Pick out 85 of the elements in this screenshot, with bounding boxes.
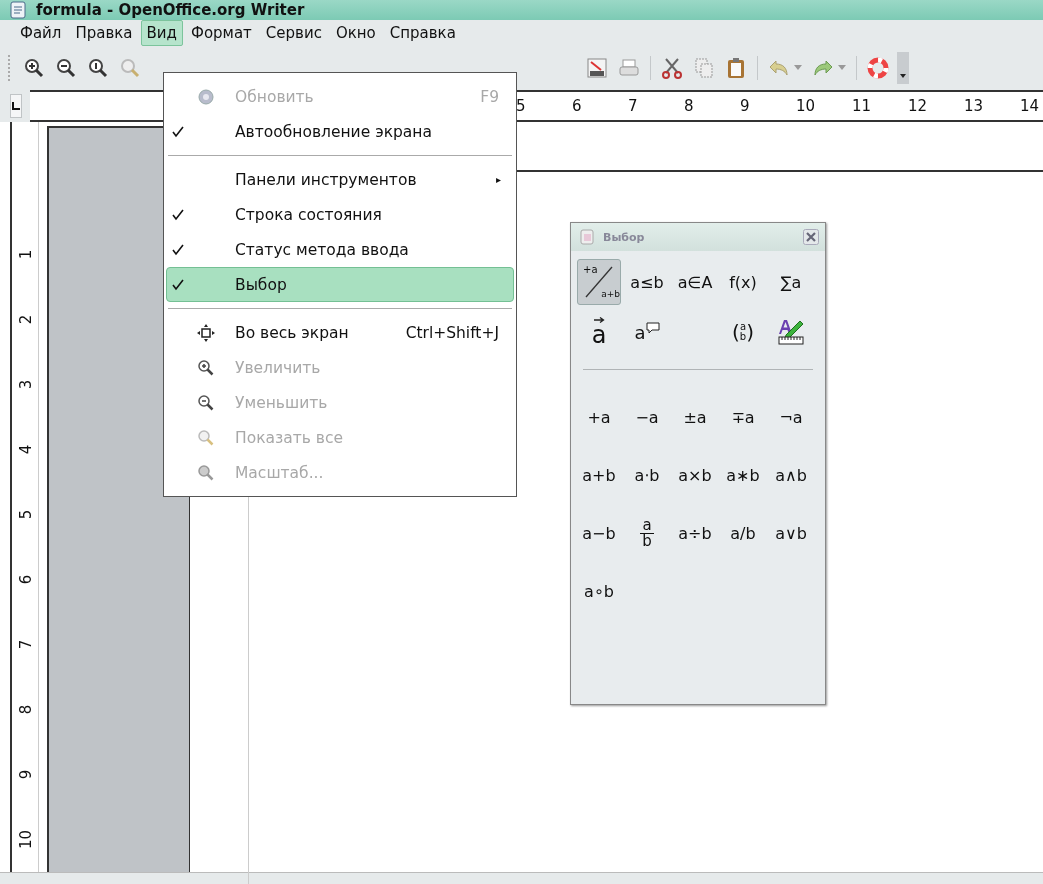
ruler-number: 3 — [15, 378, 35, 392]
pdf-icon[interactable] — [586, 57, 608, 80]
category-button[interactable]: +a a+b — [577, 259, 621, 305]
menu-item[interactable]: Автообновление экрана — [166, 114, 514, 149]
menu-item[interactable]: Справка — [383, 20, 462, 47]
zoom-in-icon — [197, 358, 215, 377]
zoom-in-icon[interactable] — [23, 57, 45, 80]
ruler-number: 7 — [628, 97, 639, 116]
zoom-out-icon — [197, 393, 215, 412]
caret-icon[interactable] — [794, 65, 802, 72]
zoom-out-icon[interactable] — [55, 57, 77, 80]
close-icon[interactable] — [803, 229, 819, 245]
ruler-number: 6 — [15, 573, 35, 587]
panel-title: Выбор — [603, 230, 646, 244]
panel-icon — [579, 229, 595, 245]
ruler-number: 4 — [15, 443, 35, 457]
symbol-button[interactable]: a⋅b — [623, 446, 671, 504]
tab-stop-button[interactable] — [10, 94, 22, 119]
scissors-icon[interactable] — [661, 57, 683, 80]
window-title: formula - OpenOffice.org Writer — [36, 1, 305, 20]
symbol-button[interactable]: ∓a — [719, 388, 767, 446]
ruler-number: 7 — [15, 638, 35, 652]
symbol-button[interactable]: ¬a — [767, 388, 815, 446]
clipboard-icon[interactable] — [725, 57, 747, 80]
ruler-number: 8 — [684, 97, 695, 116]
horizontal-scrollbar[interactable] — [0, 872, 1043, 884]
symbol-button[interactable]: a/b — [719, 504, 767, 562]
category-button[interactable]: ∑a — [769, 259, 813, 305]
symbol-button[interactable]: a∧b — [767, 446, 815, 504]
symbol-button[interactable]: a−b — [575, 504, 623, 562]
ruler-number: 13 — [964, 97, 985, 116]
menu-item[interactable]: Вид — [140, 20, 183, 47]
symbol-button[interactable]: −a — [623, 388, 671, 446]
ruler-number: 5 — [15, 508, 35, 522]
menu-item[interactable]: Статус метода ввода — [166, 232, 514, 267]
category-button[interactable]: a — [577, 309, 621, 355]
symbol-button[interactable]: ±a — [671, 388, 719, 446]
arrow-icon — [593, 317, 605, 323]
symbol-button[interactable]: a÷b — [671, 504, 719, 562]
refresh-icon — [197, 87, 215, 106]
zoom-icon[interactable] — [87, 57, 109, 80]
format-icon — [776, 318, 806, 346]
symbol-button[interactable]: a b — [623, 504, 671, 562]
ruler-number: 8 — [15, 703, 35, 717]
caret-icon[interactable] — [838, 65, 846, 72]
category-button[interactable]: a∈A — [673, 259, 717, 305]
ruler-number: 9 — [15, 768, 35, 782]
category-button[interactable]: f(x) — [721, 259, 765, 305]
zoom-icon — [197, 463, 215, 482]
menu-item[interactable]: Панели инструментов ▸ — [166, 162, 514, 197]
symbol-button[interactable]: a×b — [671, 446, 719, 504]
category-button[interactable]: a — [625, 309, 669, 355]
category-button[interactable]: a≤b — [625, 259, 669, 305]
lifebuoy-icon[interactable] — [867, 57, 889, 80]
symbol-button[interactable]: a∗b — [719, 446, 767, 504]
menu-item[interactable]: Выбор — [166, 267, 514, 302]
ruler-number: 6 — [572, 97, 583, 116]
symbol-button[interactable]: a∨b — [767, 504, 815, 562]
ruler-number: 9 — [740, 97, 751, 116]
fullscreen-icon — [197, 323, 215, 342]
corner-icon — [11, 101, 21, 112]
speech-bubble-icon — [645, 321, 660, 334]
shortcut-label: F9 — [480, 87, 499, 106]
menu-item[interactable]: Файл — [14, 20, 68, 47]
ruler-number: 14 — [1020, 97, 1041, 116]
ruler-number: 5 — [516, 97, 527, 116]
shortcut-label: Ctrl+Shift+J — [405, 323, 499, 342]
ruler-number: 11 — [852, 97, 873, 116]
ruler-number: 12 — [908, 97, 929, 116]
menu-item[interactable]: Формат — [184, 20, 258, 47]
menu-item[interactable]: Строка состояния — [166, 197, 514, 232]
ruler-number: 1 — [15, 248, 35, 262]
menu-item[interactable]: Правка — [69, 20, 139, 47]
menu-item[interactable]: Окно — [329, 20, 382, 47]
symbol-button[interactable]: +a — [575, 388, 623, 446]
symbol-button[interactable]: a∘b — [575, 562, 623, 620]
overflow-icon[interactable] — [897, 52, 909, 85]
symbol-button[interactable]: a+b — [575, 446, 623, 504]
ruler-number: 10 — [796, 97, 817, 116]
submenu-arrow: ▸ — [495, 174, 501, 185]
menu-item[interactable]: Сервис — [259, 20, 328, 47]
menu-item[interactable]: Во весь экран Ctrl+Shift+J — [166, 315, 514, 350]
ruler-number: 2 — [15, 313, 35, 327]
zoom-icon — [197, 428, 215, 447]
ruler-number: 10 — [15, 829, 35, 852]
